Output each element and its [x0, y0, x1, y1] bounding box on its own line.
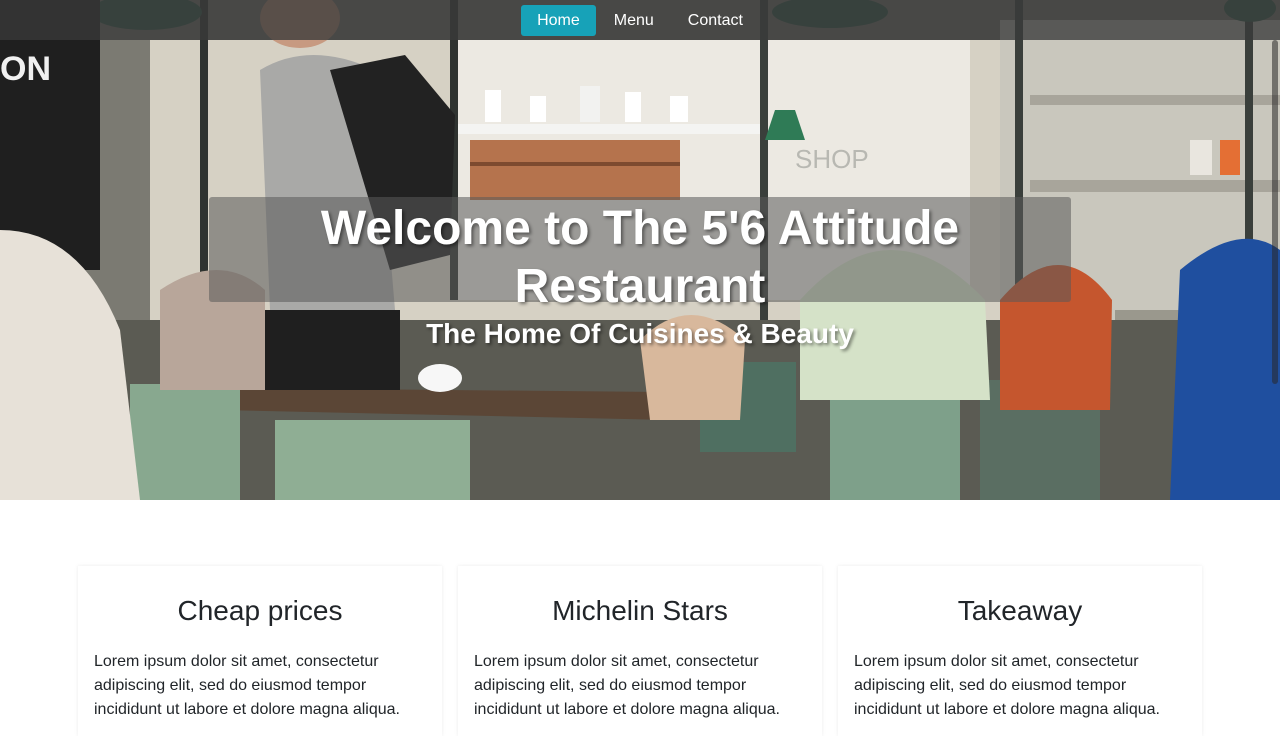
feature-description: Lorem ipsum dolor sit amet, consectetur … — [474, 653, 780, 718]
top-navbar: Home Menu Contact — [0, 0, 1280, 40]
nav-contact-link[interactable]: Contact — [672, 5, 759, 36]
feature-description: Lorem ipsum dolor sit amet, consectetur … — [94, 653, 400, 718]
feature-card-cheap-prices: Cheap prices Lorem ipsum dolor sit amet,… — [78, 566, 442, 736]
shirt-text: ON — [0, 50, 51, 88]
hero-title: Welcome to The 5'6 Attitude Restaurant — [320, 202, 960, 313]
feature-title: Takeaway — [957, 595, 1083, 626]
hero-subtitle: The Home Of Cuisines & Beauty — [426, 318, 854, 349]
feature-card-takeaway: Takeaway Lorem ipsum dolor sit amet, con… — [838, 566, 1202, 736]
feature-description: Lorem ipsum dolor sit amet, consectetur … — [854, 653, 1160, 718]
hero-caption: Welcome to The 5'6 Attitude Restaurant T… — [209, 197, 1071, 349]
nav-home-link[interactable]: Home — [521, 4, 596, 36]
nav-menu-link[interactable]: Menu — [598, 5, 670, 36]
page-scrollbar[interactable] — [1272, 40, 1278, 384]
feature-title: Cheap prices — [177, 595, 343, 626]
hero-section: SHOP ON Home Menu Contact Welcome to The… — [0, 0, 1280, 500]
features-section: Cheap prices Lorem ipsum dolor sit amet,… — [78, 566, 1202, 736]
feature-title: Michelin Stars — [552, 595, 728, 626]
shop-sign-text: SHOP — [795, 144, 869, 174]
feature-card-michelin-stars: Michelin Stars Lorem ipsum dolor sit ame… — [458, 566, 822, 736]
